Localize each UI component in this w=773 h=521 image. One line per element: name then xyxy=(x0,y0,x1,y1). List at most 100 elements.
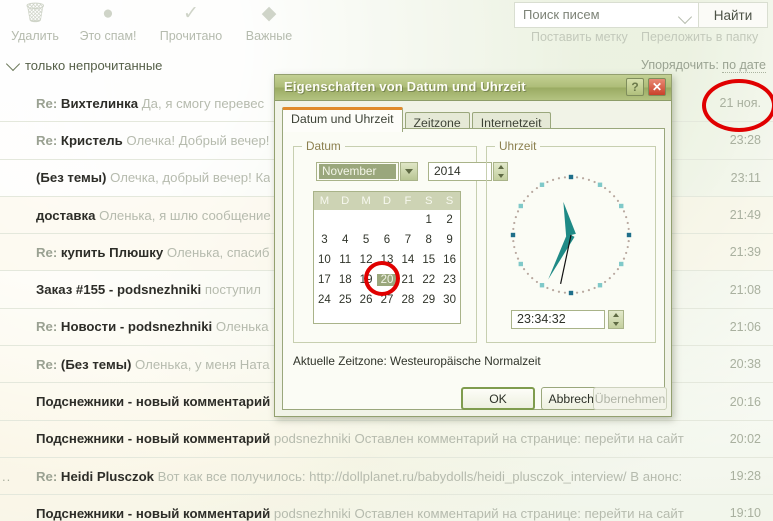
calendar-day-cell[interactable]: 26 xyxy=(356,290,377,310)
clock-tick xyxy=(622,210,626,213)
search-input[interactable]: Поиск писем xyxy=(514,2,699,28)
calendar-day-cell[interactable]: 4 xyxy=(335,230,356,250)
message-reply-prefix: Re: xyxy=(36,319,61,335)
move-to-folder-link[interactable]: Переложить в папку xyxy=(641,30,758,44)
calendar-empty-cell xyxy=(356,310,377,330)
clock-tick xyxy=(627,227,630,231)
message-subject[interactable]: доставка Оленька, я шлю сообщение xyxy=(36,208,271,223)
time-stepper[interactable] xyxy=(608,310,624,329)
set-label-link[interactable]: Поставить метку xyxy=(531,30,628,44)
clock-tick xyxy=(546,180,549,184)
help-button[interactable]: ? xyxy=(626,78,644,96)
calendar-day-cell[interactable]: 10 xyxy=(314,250,335,270)
year-input[interactable]: 2014 xyxy=(428,162,492,181)
calendar-day-cell[interactable]: 2 xyxy=(439,210,460,230)
clock-tick xyxy=(627,239,630,243)
chevron-down-icon[interactable] xyxy=(677,9,693,25)
message-subject[interactable]: Re: Новости - podsnezhniki Оленька xyxy=(36,319,269,334)
message-row[interactable]: .. Re: Heidi Plusczok Вот как все получил… xyxy=(0,458,773,496)
dialog-titlebar[interactable]: Eigenschaften von Datum und Uhrzeit ? ✕ xyxy=(275,75,671,101)
calendar-day-cell[interactable]: 24 xyxy=(314,290,335,310)
calendar-day-cell[interactable]: 21 xyxy=(397,270,418,290)
calendar-day-cell[interactable]: 20 xyxy=(376,270,397,290)
calendar-day-cell[interactable]: 17 xyxy=(314,270,335,290)
message-subject[interactable]: Подснежники - новый комментарий xyxy=(36,394,270,409)
calendar-day-cell[interactable]: 9 xyxy=(439,230,460,250)
month-dropdown-arrow[interactable] xyxy=(400,162,418,181)
calendar-day-cell[interactable]: 18 xyxy=(335,270,356,290)
calendar-day-cell[interactable]: 23 xyxy=(439,270,460,290)
sort-control[interactable]: Упорядочить: по дате xyxy=(640,58,766,73)
calendar-day-cell[interactable]: 14 xyxy=(397,250,418,270)
message-timestamp: 23:11 xyxy=(730,170,761,185)
message-subject[interactable]: Подснежники - новый комментарий podsnezh… xyxy=(36,431,684,446)
message-subject[interactable]: Подснежники - новый комментарий podsnezh… xyxy=(36,506,684,521)
calendar-day-cell[interactable]: 5 xyxy=(356,230,377,250)
calendar-day-cell[interactable]: 13 xyxy=(376,250,397,270)
search-placeholder: Поиск писем xyxy=(523,7,600,22)
message-subject[interactable]: Заказ #155 - podsnezhniki поступил xyxy=(36,282,261,297)
calendar-weekday-header: S xyxy=(439,192,460,210)
chevron-up-icon[interactable] xyxy=(613,313,619,318)
clock-tick xyxy=(622,257,626,260)
clock-face-icon xyxy=(510,174,632,296)
clock-tick xyxy=(514,215,517,219)
clock-tick xyxy=(625,251,628,255)
ok-button[interactable]: OK xyxy=(461,387,535,410)
calendar-day-cell[interactable]: 12 xyxy=(356,250,377,270)
mail-toolbar: 🗑 Удалить ● Это спам! ✓ Прочитано ◆ Важн… xyxy=(0,0,773,46)
calendar-day-cell[interactable]: 16 xyxy=(439,250,460,270)
calendar-day-cell[interactable]: 28 xyxy=(397,290,418,310)
calendar-day-cell[interactable]: 8 xyxy=(418,230,439,250)
important-button[interactable]: ◆ Важные xyxy=(236,2,302,43)
calendar-selected-day[interactable]: 20 xyxy=(377,274,397,286)
calendar-day-cell[interactable]: 15 xyxy=(418,250,439,270)
calendar-day-cell[interactable]: 1 xyxy=(418,210,439,230)
clock-tick xyxy=(539,283,545,288)
message-subject[interactable]: Re: Кристель Олечка! Добрый вечер! xyxy=(36,133,269,148)
calendar-day-cell[interactable]: 27 xyxy=(376,290,397,310)
calendar-day-cell[interactable]: 30 xyxy=(439,290,460,310)
calendar[interactable]: M D M D F S S 1 2 3 4 5 6 7 8 9 10 11 12 13 14 15 16 17 18 19 20 21… xyxy=(313,191,461,324)
close-icon[interactable]: ✕ xyxy=(648,78,666,96)
sort-label: Упорядочить: xyxy=(640,58,719,72)
message-subject[interactable]: (Без темы) Олечка, добрый вечер! Ка xyxy=(36,170,270,185)
message-subject[interactable]: Re: (Без темы) Оленька, у меня Ната xyxy=(36,357,270,372)
calendar-day-cell[interactable]: 6 xyxy=(376,230,397,250)
calendar-day-cell[interactable]: 19 xyxy=(356,270,377,290)
calendar-day-cell[interactable]: 3 xyxy=(314,230,335,250)
clock-tick xyxy=(531,277,534,280)
tab-datum-und-uhrzeit[interactable]: Datum und Uhrzeit xyxy=(282,107,403,132)
clock-tick xyxy=(522,267,526,271)
clock-tick xyxy=(516,257,520,260)
calendar-empty-cell xyxy=(376,210,397,230)
chevron-down-icon[interactable] xyxy=(613,321,619,326)
calendar-weekday-header: M xyxy=(314,192,335,210)
message-preview: Оленька, я шлю сообщение xyxy=(95,207,271,223)
message-timestamp: 20:02 xyxy=(729,431,761,446)
message-row[interactable]: Подснежники - новый комментарий podsnezh… xyxy=(0,495,773,521)
delete-button[interactable]: 🗑 Удалить xyxy=(4,2,66,43)
spam-button[interactable]: ● Это спам! xyxy=(70,2,146,43)
calendar-day-cell[interactable]: 29 xyxy=(418,290,439,310)
find-button[interactable]: Найти xyxy=(699,2,768,28)
message-subject[interactable]: Re: Heidi Plusczok Вот как все получилос… xyxy=(36,469,682,484)
calendar-day-cell[interactable]: 25 xyxy=(335,290,356,310)
clock-tick xyxy=(603,186,607,190)
mark-read-button[interactable]: ✓ Прочитано xyxy=(150,2,232,43)
message-subject[interactable]: Re: купить Плюшку Оленька, спасиб xyxy=(36,245,269,260)
calendar-day-cell[interactable]: 11 xyxy=(335,250,356,270)
clock-tick xyxy=(546,286,549,290)
time-input[interactable]: 23:34:32 xyxy=(511,310,605,329)
clock-tick xyxy=(581,177,585,180)
calendar-day-cell[interactable]: 22 xyxy=(418,270,439,290)
sort-value[interactable]: по дате xyxy=(722,58,766,73)
unread-filter[interactable]: только непрочитанные xyxy=(5,56,162,73)
message-row[interactable]: Подснежники - новый комментарий podsnezh… xyxy=(0,421,773,458)
message-subject[interactable]: Re: Вихтелинка Да, я смогу перевес xyxy=(36,96,264,111)
month-dropdown[interactable]: November xyxy=(316,162,399,181)
clock-tick xyxy=(597,182,603,187)
calendar-day-cell[interactable]: 7 xyxy=(397,230,418,250)
message-reply-prefix: Re: xyxy=(36,468,61,484)
message-timestamp: 20:38 xyxy=(729,357,761,372)
